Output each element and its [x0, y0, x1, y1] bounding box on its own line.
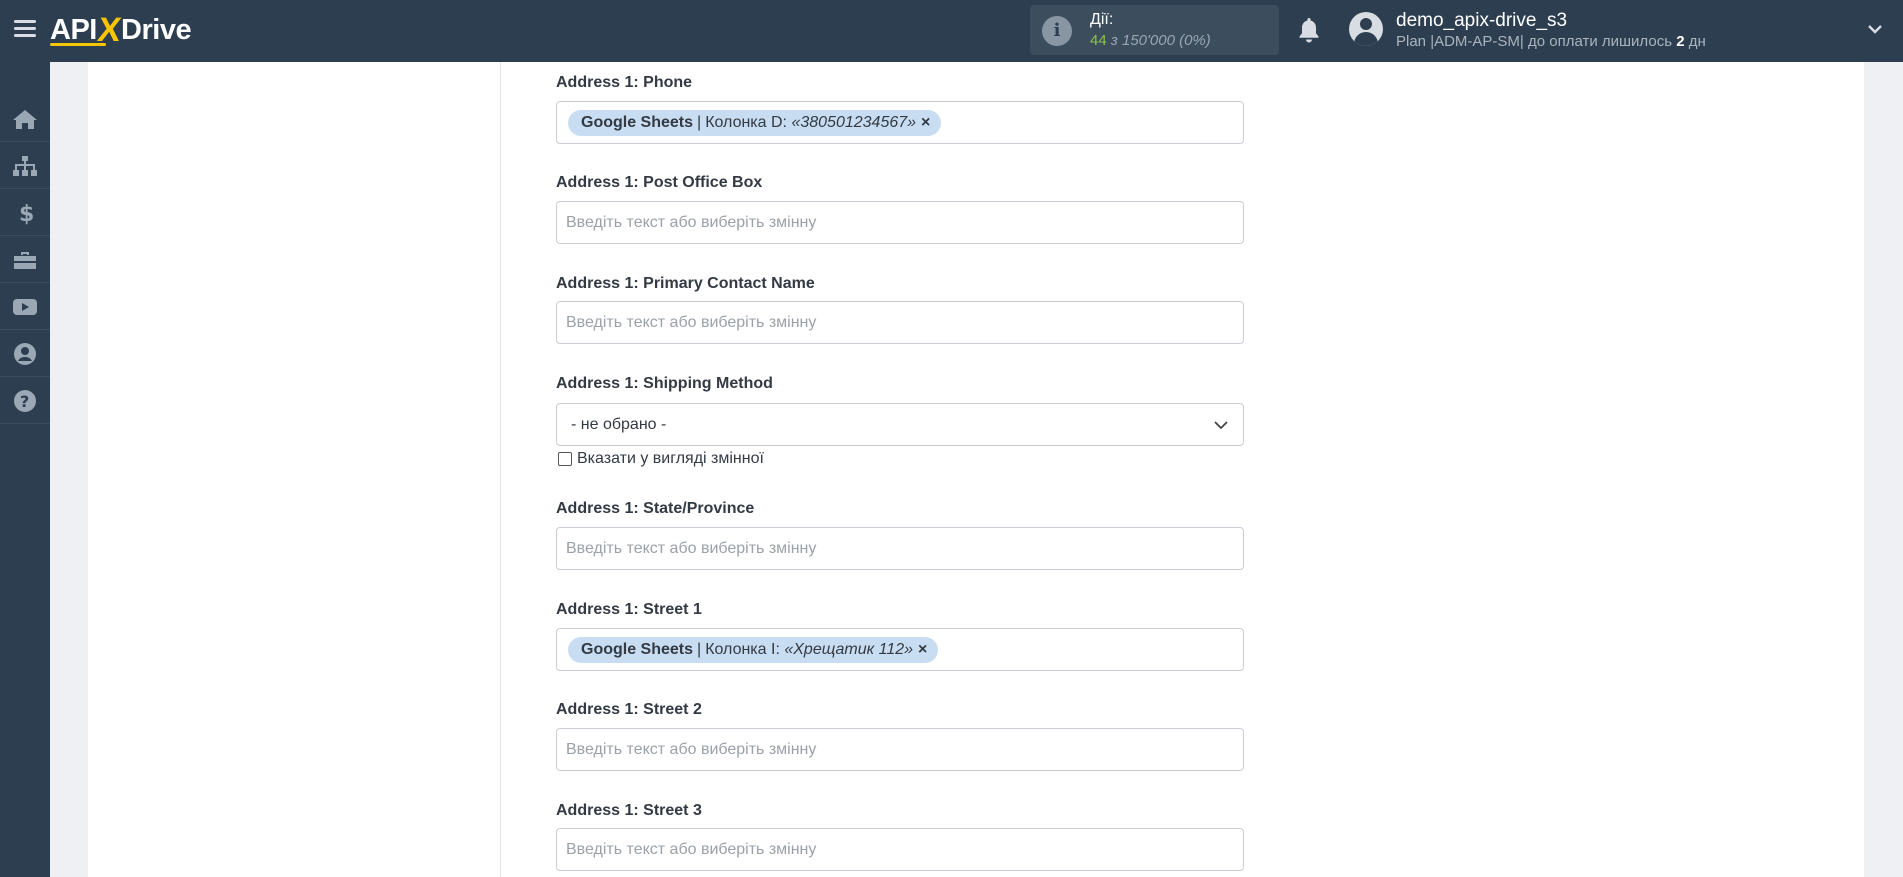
svg-text:$: $ — [19, 202, 34, 225]
actions-count: 44 з 150'000 (0%) — [1090, 32, 1211, 49]
sidebar: $ ? — [0, 62, 50, 877]
chevron-down-icon — [1214, 421, 1228, 430]
plan-days: 2 — [1676, 33, 1685, 50]
sidebar-item-home[interactable] — [0, 96, 50, 142]
street-3-input[interactable]: Введіть текст або виберіть змінну — [556, 828, 1244, 871]
user-plan: Plan |ADM-AP-SM| до оплати лишилось 2 дн — [1396, 33, 1706, 50]
plan-text: Plan |ADM-AP-SM| до оплати лишилось — [1396, 33, 1673, 50]
logo[interactable]: API X Drive — [50, 11, 192, 49]
field-label-street-1: Address 1: Street 1 — [556, 601, 702, 618]
variable-tag: Google Sheets | Колонка D: «380501234567… — [568, 109, 942, 136]
primary-contact-input[interactable]: Введіть текст або виберіть змінну — [556, 301, 1244, 344]
home-icon — [13, 109, 37, 129]
variable-checkbox-label: Вказати у вигляді змінної — [577, 450, 764, 467]
field-label-primary-contact: Address 1: Primary Contact Name — [556, 275, 815, 292]
variable-checkbox-row[interactable]: Вказати у вигляді змінної — [558, 450, 764, 468]
tag-source: Google Sheets — [581, 113, 694, 131]
user-icon — [14, 342, 36, 365]
street-2-input[interactable]: Введіть текст або виберіть змінну — [556, 728, 1244, 771]
actions-percent: (0%) — [1179, 32, 1211, 49]
actions-total: з 150'000 — [1110, 32, 1175, 49]
logo-underline — [50, 43, 106, 46]
field-label-street-3: Address 1: Street 3 — [556, 802, 702, 819]
field-label-phone: Address 1: Phone — [556, 74, 693, 91]
sidebar-item-billing[interactable]: $ — [0, 190, 50, 236]
actions-used: 44 — [1090, 32, 1107, 49]
phone-input[interactable]: Google Sheets | Колонка D: «380501234567… — [556, 101, 1244, 144]
actions-label: Дії: — [1090, 11, 1114, 28]
menu-icon[interactable] — [14, 20, 36, 38]
state-input[interactable]: Введіть текст або виберіть змінну — [556, 527, 1244, 570]
plan-days-unit: дн — [1688, 33, 1706, 50]
street-1-input[interactable]: Google Sheets | Колонка I: «Хрещатик 112… — [556, 628, 1244, 671]
dollar-icon: $ — [19, 202, 34, 225]
primary-contact-placeholder: Введіть текст або виберіть змінну — [566, 313, 817, 331]
svg-text:?: ? — [20, 392, 29, 411]
sidebar-item-structure[interactable] — [0, 143, 50, 189]
po-box-input[interactable]: Введіть текст або виберіть змінну — [556, 201, 1244, 244]
logo-text-api: API — [50, 13, 97, 46]
sidebar-item-video[interactable] — [0, 284, 50, 330]
close-icon[interactable]: × — [921, 114, 930, 132]
tag-value: «Хрещатик 112» — [784, 640, 914, 658]
tag-separator: | — [697, 113, 702, 131]
field-label-state: Address 1: State/Province — [556, 500, 755, 517]
logo-text-drive: Drive — [121, 13, 192, 46]
state-placeholder: Введіть текст або виберіть змінну — [566, 539, 817, 557]
info-icon: i — [1042, 16, 1072, 46]
sitemap-icon — [13, 155, 37, 176]
help-icon: ? — [14, 389, 36, 412]
sidebar-item-account[interactable] — [0, 331, 50, 377]
shipping-method-value: - не обрано - — [571, 415, 667, 433]
street-3-placeholder: Введіть текст або виберіть змінну — [566, 840, 817, 858]
variable-tag: Google Sheets | Колонка I: «Хрещатик 112… — [568, 636, 939, 663]
tag-column: Колонка I: — [705, 640, 780, 658]
tag-source: Google Sheets — [581, 640, 694, 658]
column-divider — [500, 62, 501, 877]
shipping-method-select[interactable]: - не обрано - — [556, 403, 1244, 446]
field-label-po-box: Address 1: Post Office Box — [556, 174, 763, 191]
top-bar: API X Drive i Дії: 44 з 150'000 (0%) demo_… — [0, 0, 1903, 62]
close-icon[interactable]: × — [918, 641, 927, 659]
youtube-icon — [13, 298, 37, 315]
tag-value: «380501234567» — [791, 113, 917, 131]
tag-column: Колонка D: — [705, 113, 787, 131]
street-2-placeholder: Введіть текст або виберіть змінну — [566, 740, 817, 758]
tag-separator: | — [697, 640, 702, 658]
sidebar-item-help[interactable]: ? — [0, 378, 50, 424]
field-label-street-2: Address 1: Street 2 — [556, 701, 702, 718]
field-label-shipping-method: Address 1: Shipping Method — [556, 375, 773, 392]
variable-checkbox[interactable] — [558, 452, 572, 466]
sidebar-item-portfolio[interactable] — [0, 237, 50, 283]
chevron-down-icon[interactable] — [1868, 22, 1882, 36]
bell-icon[interactable] — [1297, 16, 1321, 44]
user-avatar[interactable] — [1349, 12, 1383, 46]
po-box-placeholder: Введіть текст або виберіть змінну — [566, 213, 817, 231]
briefcase-icon — [14, 251, 36, 269]
user-name[interactable]: demo_apix-drive_s3 — [1396, 10, 1567, 32]
actions-counter[interactable]: i Дії: 44 з 150'000 (0%) — [1030, 5, 1279, 55]
